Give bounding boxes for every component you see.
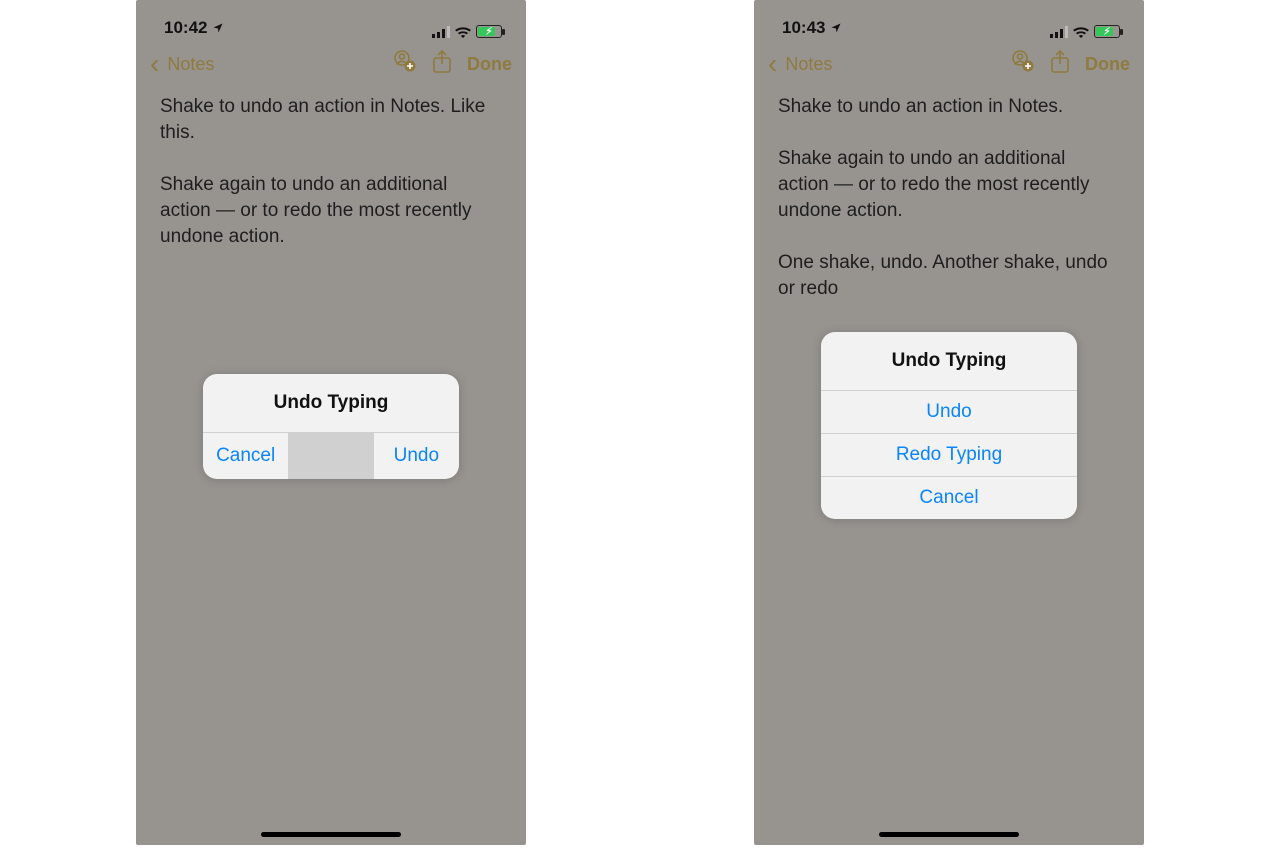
done-button[interactable]: Done [1085, 54, 1130, 75]
phone-left: 10:42 ⚡︎ ‹ Notes Done Shake to undo an a… [136, 0, 526, 845]
wifi-icon [454, 25, 472, 38]
alert-title: Undo Typing [203, 374, 459, 432]
add-person-button[interactable] [1007, 49, 1035, 80]
share-button[interactable] [1049, 49, 1071, 80]
share-button[interactable] [431, 49, 453, 80]
alert-undo-button[interactable]: Undo [374, 433, 459, 479]
alert-cancel-button[interactable]: Cancel [203, 433, 288, 479]
divider [288, 433, 373, 479]
nav-bar: ‹ Notes Done [754, 42, 1144, 86]
undo-alert: Undo Typing Undo Redo Typing Cancel [821, 332, 1077, 519]
back-button[interactable]: Notes [785, 54, 832, 75]
person-add-icon [1007, 49, 1035, 75]
note-paragraph: Shake again to undo an additional action… [778, 146, 1120, 224]
cellular-icon [1050, 26, 1068, 38]
home-indicator[interactable] [879, 832, 1019, 837]
status-bar: 10:43 ⚡︎ [754, 0, 1144, 42]
phone-right: 10:43 ⚡︎ ‹ Notes Done Shake to undo an a… [754, 0, 1144, 845]
back-button[interactable]: Notes [167, 54, 214, 75]
share-icon [1049, 49, 1071, 75]
alert-title: Undo Typing [821, 332, 1077, 390]
done-button[interactable]: Done [467, 54, 512, 75]
nav-bar: ‹ Notes Done [136, 42, 526, 86]
note-paragraph: Shake to undo an action in Notes. [778, 94, 1120, 120]
back-chevron-icon[interactable]: ‹ [150, 50, 159, 78]
note-body[interactable]: Shake to undo an action in Notes. Shake … [754, 86, 1144, 336]
battery-icon: ⚡︎ [1094, 25, 1120, 38]
wifi-icon [1072, 25, 1090, 38]
cellular-icon [432, 26, 450, 38]
alert-redo-button[interactable]: Redo Typing [821, 433, 1077, 476]
undo-alert: Undo Typing Cancel Undo [203, 374, 459, 479]
person-add-icon [389, 49, 417, 75]
home-indicator[interactable] [261, 832, 401, 837]
location-arrow-icon [830, 22, 842, 34]
location-arrow-icon [212, 22, 224, 34]
note-body[interactable]: Shake to undo an action in Notes. Like t… [136, 86, 526, 284]
alert-undo-button[interactable]: Undo [821, 391, 1077, 433]
share-icon [431, 49, 453, 75]
note-paragraph: Shake again to undo an additional action… [160, 172, 502, 250]
back-chevron-icon[interactable]: ‹ [768, 50, 777, 78]
battery-icon: ⚡︎ [476, 25, 502, 38]
status-bar: 10:42 ⚡︎ [136, 0, 526, 42]
status-time: 10:42 [164, 18, 224, 38]
status-time: 10:43 [782, 18, 842, 38]
note-paragraph: Shake to undo an action in Notes. Like t… [160, 94, 502, 146]
alert-cancel-button[interactable]: Cancel [821, 476, 1077, 519]
add-person-button[interactable] [389, 49, 417, 80]
note-paragraph: One shake, undo. Another shake, undo or … [778, 250, 1120, 302]
